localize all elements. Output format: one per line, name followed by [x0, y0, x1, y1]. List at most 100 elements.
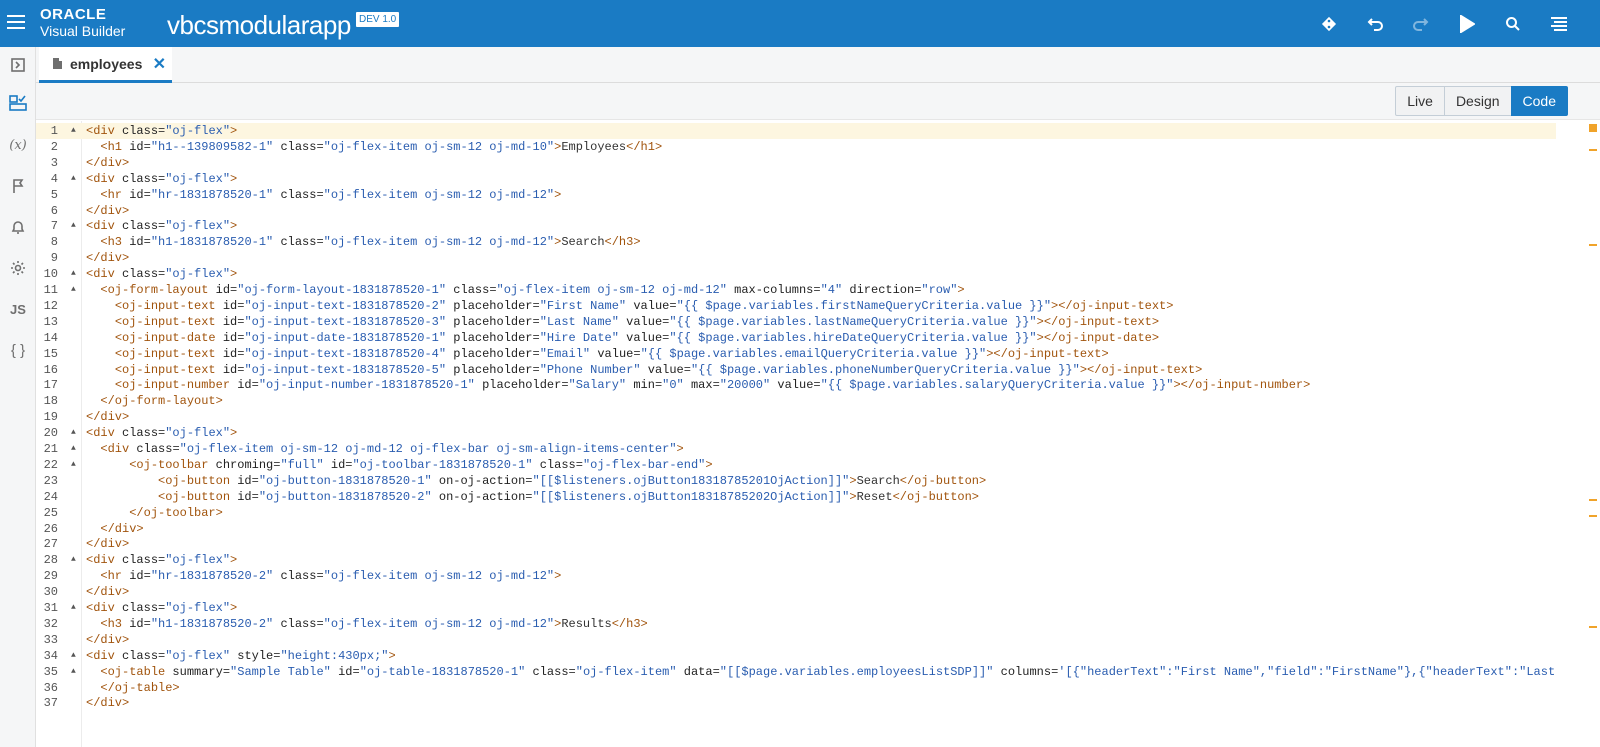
code-line[interactable]: 18 </oj-form-layout>	[36, 393, 1556, 409]
line-number: 10	[43, 267, 58, 282]
code-text: <oj-input-text id="oj-input-text-1831878…	[114, 298, 1174, 313]
code-text: </div>	[86, 632, 130, 647]
code-text: <div class="oj-flex">	[86, 267, 238, 282]
left-rail: (x) JS { }	[0, 47, 36, 747]
code-line[interactable]: 22 ▲ <oj-toolbar chroming="full" id="oj-t…	[36, 457, 1556, 473]
run-icon[interactable]	[1444, 0, 1490, 47]
fold-toggle-icon[interactable]: ▲	[71, 600, 76, 616]
code-line[interactable]: 36 </oj-table>	[36, 680, 1556, 696]
close-icon[interactable]: ✕	[153, 54, 166, 74]
scroll-marker	[1589, 124, 1597, 132]
live-button[interactable]: Live	[1395, 86, 1445, 116]
exit-icon[interactable]	[0, 47, 36, 83]
code-line[interactable]: 31 ▲ <div class="oj-flex">	[36, 600, 1556, 616]
hamburger-menu-icon[interactable]	[7, 15, 25, 31]
fold-toggle-icon[interactable]: ▲	[71, 648, 76, 664]
structure-icon[interactable]	[0, 85, 36, 121]
code-line[interactable]: 19 </div>	[36, 409, 1556, 425]
line-number: 4	[50, 171, 58, 186]
fold-toggle-icon[interactable]: ▲	[71, 552, 76, 568]
fold-toggle-icon[interactable]: ▲	[71, 441, 76, 457]
line-number: 6	[50, 203, 58, 218]
code-line[interactable]: 1 ▲ <div class="oj-flex">	[36, 123, 1556, 139]
code-text: </div>	[86, 696, 130, 711]
code-line[interactable]: 3 </div>	[36, 155, 1556, 171]
line-number: 12	[43, 298, 58, 313]
code-line[interactable]: 8 <h3 id="h1-1831878520-1" class="oj-fle…	[36, 234, 1556, 250]
scroll-marker	[1589, 148, 1597, 151]
code-line[interactable]: 9 </div>	[36, 250, 1556, 266]
code-line[interactable]: 16 <oj-input-text id="oj-input-text-1831…	[36, 362, 1556, 378]
code-line[interactable]: 33 </div>	[36, 632, 1556, 648]
fold-toggle-icon[interactable]: ▲	[71, 266, 76, 282]
js-icon[interactable]: JS	[0, 291, 36, 327]
code-text: <div class="oj-flex">	[86, 426, 238, 441]
git-icon[interactable]	[1306, 0, 1352, 47]
line-number: 20	[43, 426, 58, 441]
line-number: 8	[50, 235, 58, 250]
fold-toggle-icon[interactable]: ▲	[71, 171, 76, 187]
flag-icon[interactable]	[0, 168, 36, 204]
fold-toggle-icon[interactable]: ▲	[71, 282, 76, 298]
code-line[interactable]: 2 <h1 id="h1--139809582-1" class="oj-fle…	[36, 139, 1556, 155]
code-line[interactable]: 20 ▲ <div class="oj-flex">	[36, 425, 1556, 441]
code-line[interactable]: 25 </oj-toolbar>	[36, 505, 1556, 521]
code-line[interactable]: 21 ▲ <div class="oj-flex-item oj-sm-12 oj…	[36, 441, 1556, 457]
code-line[interactable]: 10 ▲ <div class="oj-flex">	[36, 266, 1556, 282]
line-number: 32	[43, 616, 58, 631]
json-icon[interactable]: { }	[0, 332, 36, 368]
code-line[interactable]: 34 ▲ <div class="oj-flex" style="height:43…	[36, 648, 1556, 664]
undo-icon[interactable]	[1352, 0, 1398, 47]
line-number: 14	[43, 330, 58, 345]
code-text: <oj-input-number id="oj-input-number-183…	[114, 378, 1311, 393]
menu-list-icon[interactable]	[1536, 0, 1582, 47]
search-icon[interactable]	[1490, 0, 1536, 47]
oracle-logo: ORACLE Visual Builder	[40, 7, 125, 38]
variables-icon[interactable]: (x)	[0, 127, 36, 163]
code-line[interactable]: 30 </div>	[36, 584, 1556, 600]
design-button[interactable]: Design	[1443, 86, 1512, 116]
code-line[interactable]: 11 ▲ <oj-form-layout id="oj-form-layout-1…	[36, 282, 1556, 298]
code-line[interactable]: 27 </div>	[36, 536, 1556, 552]
view-mode-bar: Live Design Code	[36, 83, 1600, 120]
code-text: </oj-table>	[100, 680, 180, 695]
code-line[interactable]: 29 <hr id="hr-1831878520-2" class="oj-fl…	[36, 568, 1556, 584]
code-line[interactable]: 26 </div>	[36, 521, 1556, 537]
code-text: <oj-toolbar chroming="full" id="oj-toolb…	[129, 457, 713, 472]
code-line[interactable]: 5 <hr id="hr-1831878520-1" class="oj-fle…	[36, 187, 1556, 203]
code-editor[interactable]: 1 ▲ <div class="oj-flex"> 2 <h1 id="h1--139…	[36, 121, 1600, 747]
overview-ruler[interactable]	[1589, 121, 1597, 747]
redo-icon[interactable]	[1398, 0, 1444, 47]
code-text: <div class="oj-flex">	[86, 553, 238, 568]
line-number: 26	[43, 521, 58, 536]
fold-toggle-icon[interactable]: ▲	[71, 123, 76, 139]
code-line[interactable]: 17 <oj-input-number id="oj-input-number-…	[36, 377, 1556, 393]
code-line[interactable]: 32 <h3 id="h1-1831878520-2" class="oj-fl…	[36, 616, 1556, 632]
line-number: 37	[43, 696, 58, 711]
code-line[interactable]: 14 <oj-input-date id="oj-input-date-1831…	[36, 330, 1556, 346]
code-text: <h3 id="h1-1831878520-2" class="oj-flex-…	[100, 616, 648, 631]
tab-employees[interactable]: employees ✕	[39, 47, 172, 83]
code-button[interactable]: Code	[1510, 86, 1568, 116]
code-line[interactable]: 24 <oj-button id="oj-button-1831878520-2…	[36, 489, 1556, 505]
bell-icon[interactable]	[0, 209, 36, 245]
code-line[interactable]: 28 ▲ <div class="oj-flex">	[36, 552, 1556, 568]
code-line[interactable]: 13 <oj-input-text id="oj-input-text-1831…	[36, 314, 1556, 330]
code-line[interactable]: 12 <oj-input-text id="oj-input-text-1831…	[36, 298, 1556, 314]
line-number: 3	[50, 155, 58, 170]
gear-icon[interactable]	[0, 250, 36, 286]
code-line[interactable]: 15 <oj-input-text id="oj-input-text-1831…	[36, 346, 1556, 362]
code-line[interactable]: 37 </div>	[36, 695, 1556, 711]
code-line[interactable]: 35 ▲ <oj-table summary="Sample Table" id=…	[36, 664, 1556, 680]
code-line[interactable]: 6 </div>	[36, 203, 1556, 219]
fold-toggle-icon[interactable]: ▲	[71, 457, 76, 473]
app-name[interactable]: vbcsmodularapp	[167, 10, 351, 41]
fold-toggle-icon[interactable]: ▲	[71, 425, 76, 441]
code-line[interactable]: 23 <oj-button id="oj-button-1831878520-1…	[36, 473, 1556, 489]
code-text: <div class="oj-flex">	[86, 601, 238, 615]
fold-toggle-icon[interactable]: ▲	[71, 664, 76, 680]
code-line[interactable]: 4 ▲ <div class="oj-flex">	[36, 171, 1556, 187]
line-number: 15	[43, 346, 58, 361]
code-line[interactable]: 7 ▲ <div class="oj-flex">	[36, 218, 1556, 234]
fold-toggle-icon[interactable]: ▲	[71, 218, 76, 234]
